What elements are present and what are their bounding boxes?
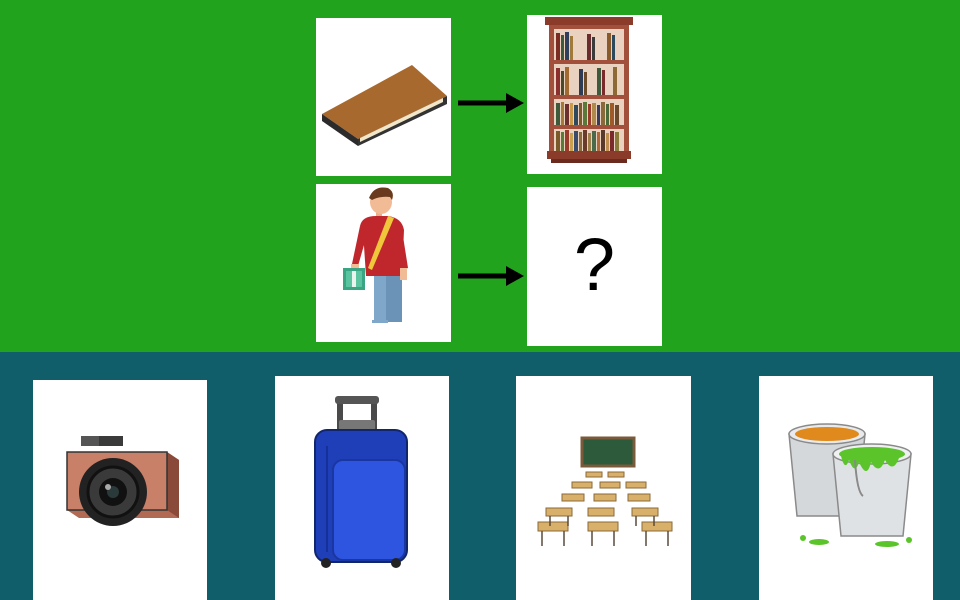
suitcase-icon: [314, 396, 408, 568]
student-icon: [343, 187, 408, 323]
choice-camera[interactable]: [33, 380, 207, 600]
camera-icon: [66, 436, 179, 526]
book-icon: [322, 65, 447, 146]
bookshelf-icon: [545, 17, 633, 163]
arrow-row1: [456, 92, 526, 119]
bookshelf-card: [527, 15, 662, 174]
question-mark: ?: [573, 222, 616, 306]
student-card: [316, 184, 451, 342]
paint-buckets-icon: [788, 423, 912, 547]
book-card: [316, 18, 451, 176]
analogy-panel: [0, 0, 960, 352]
arrow-row2: [456, 265, 526, 292]
classroom-icon: [537, 436, 673, 546]
answer-card: ?: [527, 187, 662, 346]
choice-suitcase[interactable]: [275, 376, 449, 600]
choice-paint-buckets[interactable]: [759, 376, 933, 600]
choice-classroom[interactable]: [516, 376, 691, 600]
